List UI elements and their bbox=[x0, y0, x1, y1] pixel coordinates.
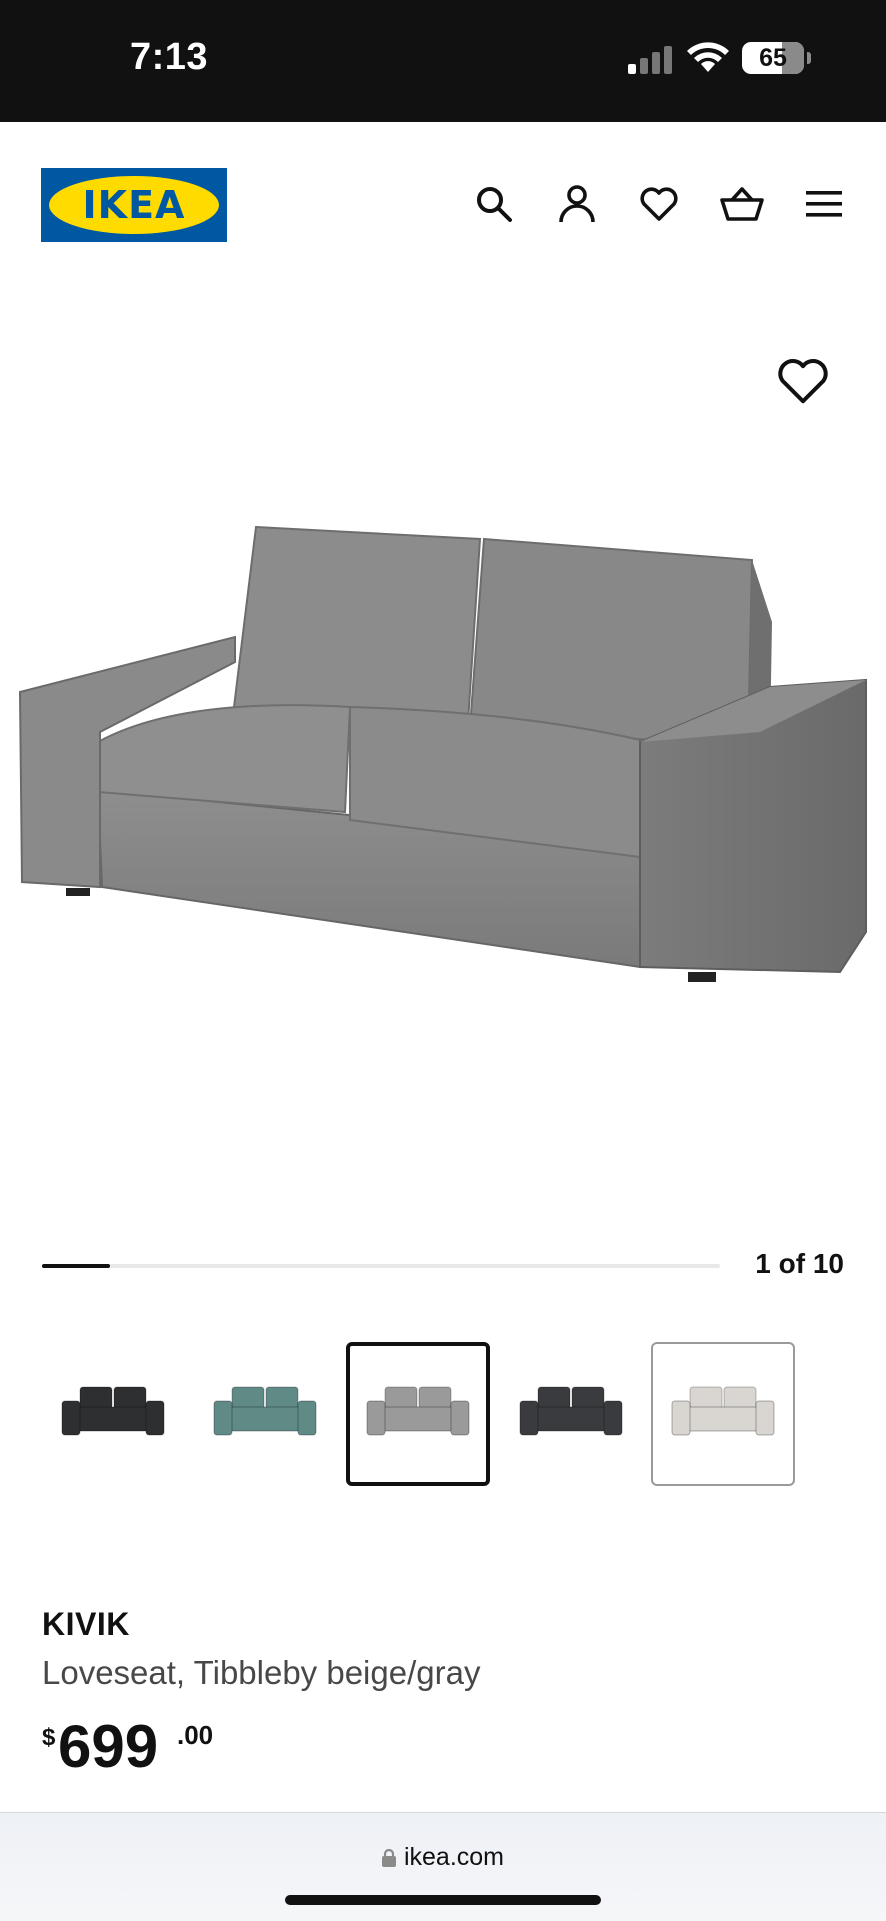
sofa-thumbnail-image bbox=[213, 1386, 317, 1436]
product-description: Loveseat, Tibbleby beige/gray bbox=[42, 1654, 481, 1691]
carousel-progress-track bbox=[42, 1264, 720, 1268]
lock-icon bbox=[381, 1849, 396, 1867]
variant-thumbnail[interactable] bbox=[499, 1342, 643, 1486]
price-currency: $ bbox=[42, 1724, 56, 1751]
cellular-signal-icon bbox=[628, 46, 672, 74]
url-text: ikea.com bbox=[403, 1843, 505, 1871]
account-icon[interactable] bbox=[551, 178, 603, 230]
variant-thumbnail[interactable] bbox=[41, 1342, 185, 1486]
variant-thumbnail[interactable] bbox=[193, 1342, 337, 1486]
variant-thumbnail[interactable] bbox=[346, 1342, 490, 1486]
heart-icon bbox=[778, 359, 828, 404]
battery-level: 65 bbox=[759, 44, 787, 72]
search-icon[interactable] bbox=[468, 178, 520, 230]
heart-icon[interactable] bbox=[633, 178, 685, 230]
status-time: 7:13 bbox=[130, 36, 209, 78]
carousel-counter: 1 of 10 bbox=[755, 1248, 844, 1279]
battery-indicator: 65 bbox=[742, 42, 804, 74]
url-display[interactable]: ikea.com bbox=[0, 1843, 886, 1872]
carousel-progress-fill bbox=[42, 1264, 110, 1268]
sofa-thumbnail-image bbox=[519, 1386, 623, 1436]
product-name: KIVIK bbox=[42, 1606, 130, 1642]
variant-thumbnail[interactable] bbox=[651, 1342, 795, 1486]
site-header: IKEA bbox=[0, 122, 886, 292]
home-indicator[interactable] bbox=[285, 1895, 601, 1905]
wifi-icon bbox=[687, 42, 729, 72]
price-integer: 699 bbox=[58, 1713, 159, 1780]
status-bar: 7:13 65 bbox=[0, 0, 886, 122]
menu-icon[interactable] bbox=[798, 178, 850, 230]
ikea-logo[interactable]: IKEA bbox=[41, 168, 227, 242]
basket-icon[interactable] bbox=[716, 178, 768, 230]
sofa-thumbnail-image bbox=[61, 1386, 165, 1436]
price-decimal: .00 bbox=[177, 1720, 214, 1750]
favorite-button[interactable] bbox=[776, 356, 830, 406]
product-image[interactable] bbox=[0, 292, 886, 1242]
battery-cap bbox=[807, 52, 811, 64]
sofa-thumbnail-image bbox=[366, 1386, 470, 1436]
logo-text: IKEA bbox=[82, 183, 186, 227]
sofa-thumbnail-image bbox=[671, 1386, 775, 1436]
